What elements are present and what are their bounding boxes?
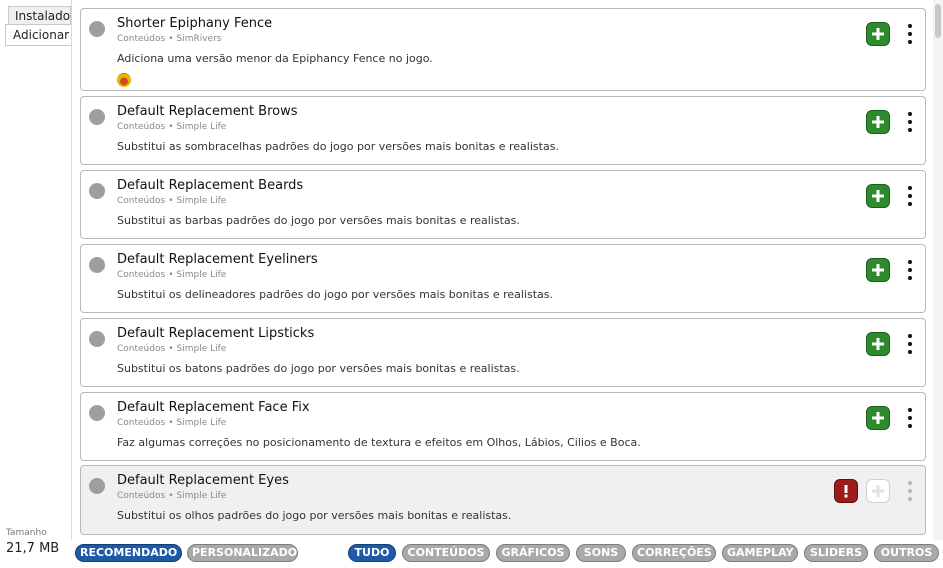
item-meta: Conteúdos • Simple Life (117, 344, 227, 354)
item-title: Shorter Epiphany Fence (117, 16, 273, 31)
left-panel: Instalado Adicionar Tamanho 21,7 MB (0, 0, 71, 568)
item-meta: Conteúdos • Simple Life (117, 418, 227, 428)
add-button[interactable] (866, 258, 890, 282)
filter-recommended[interactable]: RECOMENDADO (75, 544, 182, 562)
status-dot-icon (89, 331, 105, 347)
filter-gameplay[interactable]: GAMEPLAY (722, 544, 798, 562)
item-description: Substitui os batons padrões do jogo por … (117, 362, 520, 375)
game-pack-icon (117, 73, 131, 87)
kebab-menu-icon[interactable] (906, 408, 914, 428)
item-description: Faz algumas correções no posicionamento … (117, 436, 641, 449)
add-button-disabled[interactable] (866, 479, 890, 503)
add-button[interactable] (866, 184, 890, 208)
tab-add[interactable]: Adicionar (5, 24, 71, 46)
item-title: Default Replacement Face Fix (117, 400, 310, 415)
item-meta: Conteúdos • SimRivers (117, 34, 222, 44)
filter-contents[interactable]: CONTEÚDOS (402, 544, 490, 562)
item-description: Substitui as sombracelhas padrões do jog… (117, 140, 559, 153)
vertical-scrollbar[interactable] (933, 0, 943, 540)
filter-custom[interactable]: PERSONALIZADO (187, 544, 298, 562)
size-label: Tamanho (6, 528, 47, 538)
status-dot-icon (89, 21, 105, 37)
item-title: Default Replacement Beards (117, 178, 304, 193)
kebab-menu-icon[interactable] (906, 186, 914, 206)
filter-fixes[interactable]: CORREÇÕES (632, 544, 716, 562)
plus-icon (872, 338, 884, 350)
plus-icon (872, 190, 884, 202)
item-meta: Conteúdos • Simple Life (117, 122, 227, 132)
list-item[interactable]: Default Replacement Face Fix Conteúdos • S… (80, 392, 926, 461)
kebab-menu-icon[interactable] (906, 481, 914, 501)
item-description: Substitui as barbas padrões do jogo por … (117, 214, 520, 227)
plus-icon (872, 264, 884, 276)
item-description: Adiciona uma versão menor da Epiphancy F… (117, 52, 433, 65)
item-title: Default Replacement Eyes (117, 473, 289, 488)
add-button[interactable] (866, 406, 890, 430)
add-button[interactable] (866, 110, 890, 134)
status-dot-icon (89, 405, 105, 421)
mod-list: Shorter Epiphany Fence Conteúdos • SimRive… (72, 0, 933, 540)
list-item[interactable]: Default Replacement Lipsticks Conteúdos •… (80, 318, 926, 387)
status-dot-icon (89, 183, 105, 199)
tab-installed[interactable]: Instalado (8, 6, 71, 26)
kebab-menu-icon[interactable] (906, 260, 914, 280)
item-description: Substitui os olhos padrões do jogo por v… (117, 509, 512, 522)
kebab-menu-icon[interactable] (906, 112, 914, 132)
size-value: 21,7 MB (6, 541, 60, 556)
list-item[interactable]: Default Replacement Eyes Conteúdos • Simpl… (80, 465, 926, 535)
filter-graphics[interactable]: GRÁFICOS (496, 544, 570, 562)
warning-button[interactable] (834, 479, 858, 503)
scrollbar-thumb[interactable] (935, 4, 941, 38)
item-title: Default Replacement Brows (117, 104, 298, 119)
filter-bar: RECOMENDADO PERSONALIZADO TUDO CONTEÚDOS… (72, 540, 943, 568)
list-item[interactable]: Default Replacement Beards Conteúdos • Sim… (80, 170, 926, 239)
plus-icon (872, 412, 884, 424)
add-button[interactable] (866, 22, 890, 46)
filter-sliders[interactable]: SLIDERS (804, 544, 868, 562)
kebab-menu-icon[interactable] (906, 334, 914, 354)
list-item[interactable]: Default Replacement Eyeliners Conteúdos •… (80, 244, 926, 313)
item-meta: Conteúdos • Simple Life (117, 491, 227, 501)
item-meta: Conteúdos • Simple Life (117, 270, 227, 280)
filter-sounds[interactable]: SONS (576, 544, 626, 562)
plus-icon (872, 28, 884, 40)
filter-others[interactable]: OUTROS (874, 544, 939, 562)
status-dot-icon (89, 478, 105, 494)
item-meta: Conteúdos • Simple Life (117, 196, 227, 206)
plus-icon (872, 485, 884, 497)
exclamation-icon (844, 485, 848, 498)
item-title: Default Replacement Lipsticks (117, 326, 315, 341)
status-dot-icon (89, 257, 105, 273)
kebab-menu-icon[interactable] (906, 24, 914, 44)
list-item[interactable]: Default Replacement Brows Conteúdos • Simp… (80, 96, 926, 165)
status-dot-icon (89, 109, 105, 125)
plus-icon (872, 116, 884, 128)
list-item[interactable]: Shorter Epiphany Fence Conteúdos • SimRive… (80, 8, 926, 91)
item-title: Default Replacement Eyeliners (117, 252, 318, 267)
filter-all[interactable]: TUDO (348, 544, 396, 562)
add-button[interactable] (866, 332, 890, 356)
item-description: Substitui os delineadores padrões do jog… (117, 288, 554, 301)
